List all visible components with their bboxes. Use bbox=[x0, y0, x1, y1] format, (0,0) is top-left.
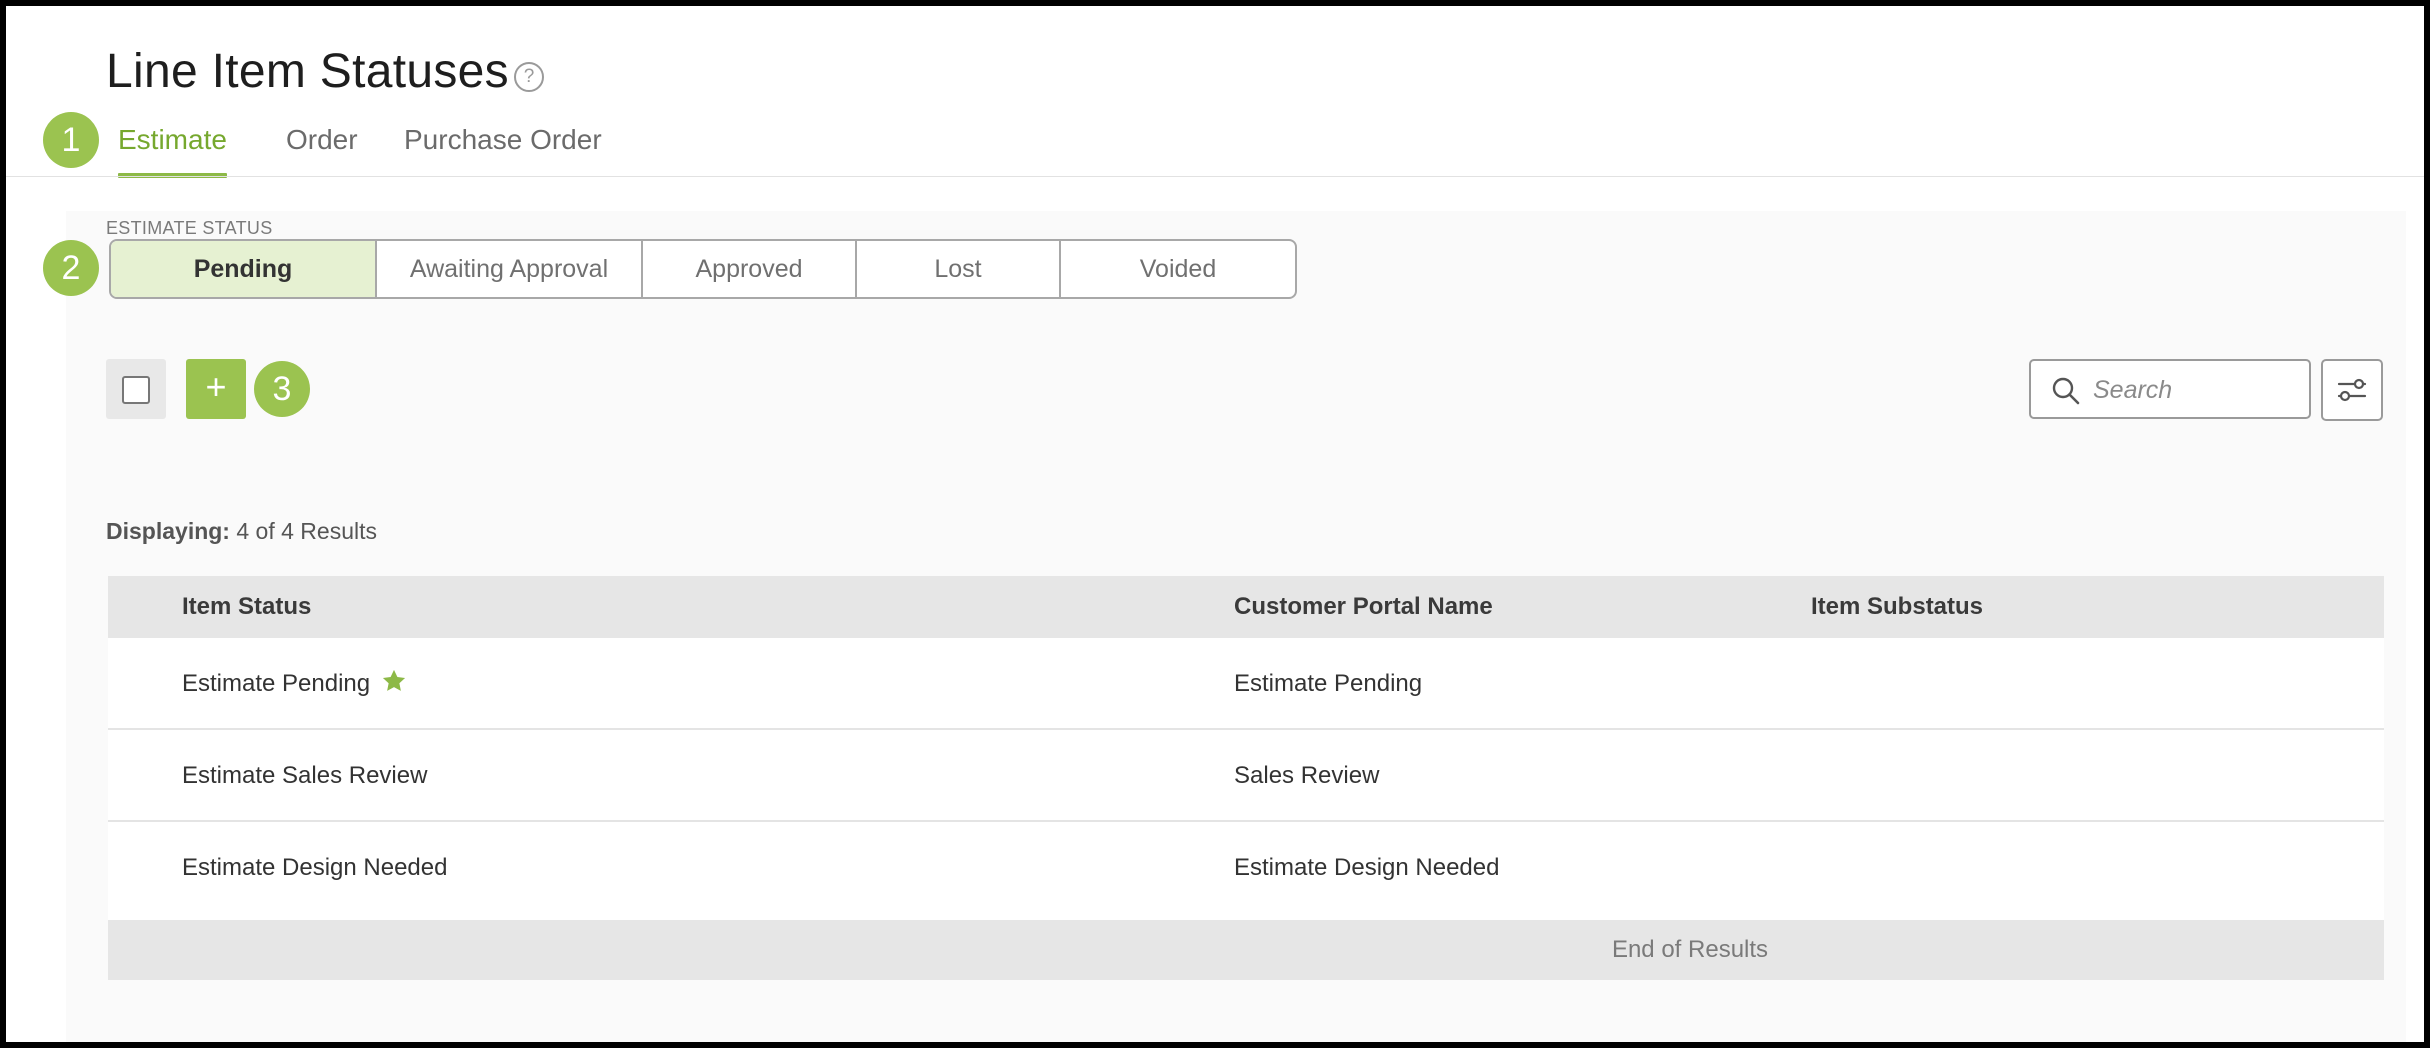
segment-approved[interactable]: Approved bbox=[643, 241, 857, 297]
table-row[interactable]: Estimate Pending Estimate Pending bbox=[108, 638, 2384, 730]
search-icon bbox=[2051, 376, 2081, 411]
column-header-customer-portal-name[interactable]: Customer Portal Name bbox=[1234, 576, 1493, 638]
portal-name-cell: Estimate Pending bbox=[1234, 670, 1423, 697]
segment-lost[interactable]: Lost bbox=[857, 241, 1061, 297]
item-status-cell: Estimate Pending bbox=[182, 638, 408, 730]
search-input[interactable] bbox=[2093, 371, 2293, 409]
tab-estimate[interactable]: Estimate bbox=[118, 118, 227, 178]
status-segmented-control: Pending Awaiting Approval Approved Lost … bbox=[109, 239, 1297, 299]
segment-pending[interactable]: Pending bbox=[111, 241, 377, 297]
estimate-status-label: ESTIMATE STATUS bbox=[106, 218, 273, 238]
end-of-results: End of Results bbox=[108, 920, 2384, 980]
select-all-checkbox[interactable] bbox=[106, 359, 166, 419]
app-window: Line Item Statuses ? 1 Estimate Order Pu… bbox=[6, 6, 2424, 1042]
star-icon bbox=[383, 669, 406, 691]
table-row[interactable]: Estimate Sales Review Sales Review bbox=[108, 730, 2384, 822]
segment-voided[interactable]: Voided bbox=[1061, 241, 1295, 297]
callout-badge-1: 1 bbox=[43, 112, 99, 168]
column-header-item-status[interactable]: Item Status bbox=[182, 576, 311, 638]
column-header-item-substatus[interactable]: Item Substatus bbox=[1811, 576, 1983, 638]
end-of-results-text: End of Results bbox=[1611, 936, 1769, 963]
search-box bbox=[2029, 359, 2311, 419]
table-row[interactable]: Estimate Design Needed Estimate Design N… bbox=[108, 822, 2384, 920]
results-count: Displaying: 4 of 4 Results bbox=[106, 518, 377, 545]
portal-name-cell: Estimate Design Needed bbox=[1234, 854, 1500, 881]
item-status-cell: Estimate Design Needed bbox=[182, 854, 448, 881]
tab-purchase-order[interactable]: Purchase Order bbox=[404, 118, 602, 178]
segment-awaiting-approval[interactable]: Awaiting Approval bbox=[377, 241, 643, 297]
checkbox-box bbox=[122, 376, 150, 404]
results-count-label: Displaying: bbox=[106, 518, 230, 544]
table-header: Item Status Customer Portal Name Item Su… bbox=[108, 576, 2384, 638]
status-table: Item Status Customer Portal Name Item Su… bbox=[108, 576, 2384, 980]
page-title: Line Item Statuses bbox=[106, 45, 509, 98]
results-count-value: 4 of 4 Results bbox=[236, 518, 377, 544]
portal-name-cell: Sales Review bbox=[1234, 762, 1380, 789]
callout-badge-2: 2 bbox=[43, 240, 99, 296]
item-status-cell: Estimate Sales Review bbox=[182, 762, 428, 789]
callout-badge-3: 3 bbox=[254, 361, 310, 417]
item-status-text: Estimate Pending bbox=[182, 670, 371, 697]
tabs-divider bbox=[6, 176, 2424, 177]
tab-order[interactable]: Order bbox=[286, 118, 358, 178]
sliders-icon bbox=[2337, 378, 2367, 402]
filter-settings-button[interactable] bbox=[2321, 359, 2383, 421]
add-status-button[interactable]: + bbox=[186, 359, 246, 419]
help-icon[interactable]: ? bbox=[514, 62, 544, 92]
